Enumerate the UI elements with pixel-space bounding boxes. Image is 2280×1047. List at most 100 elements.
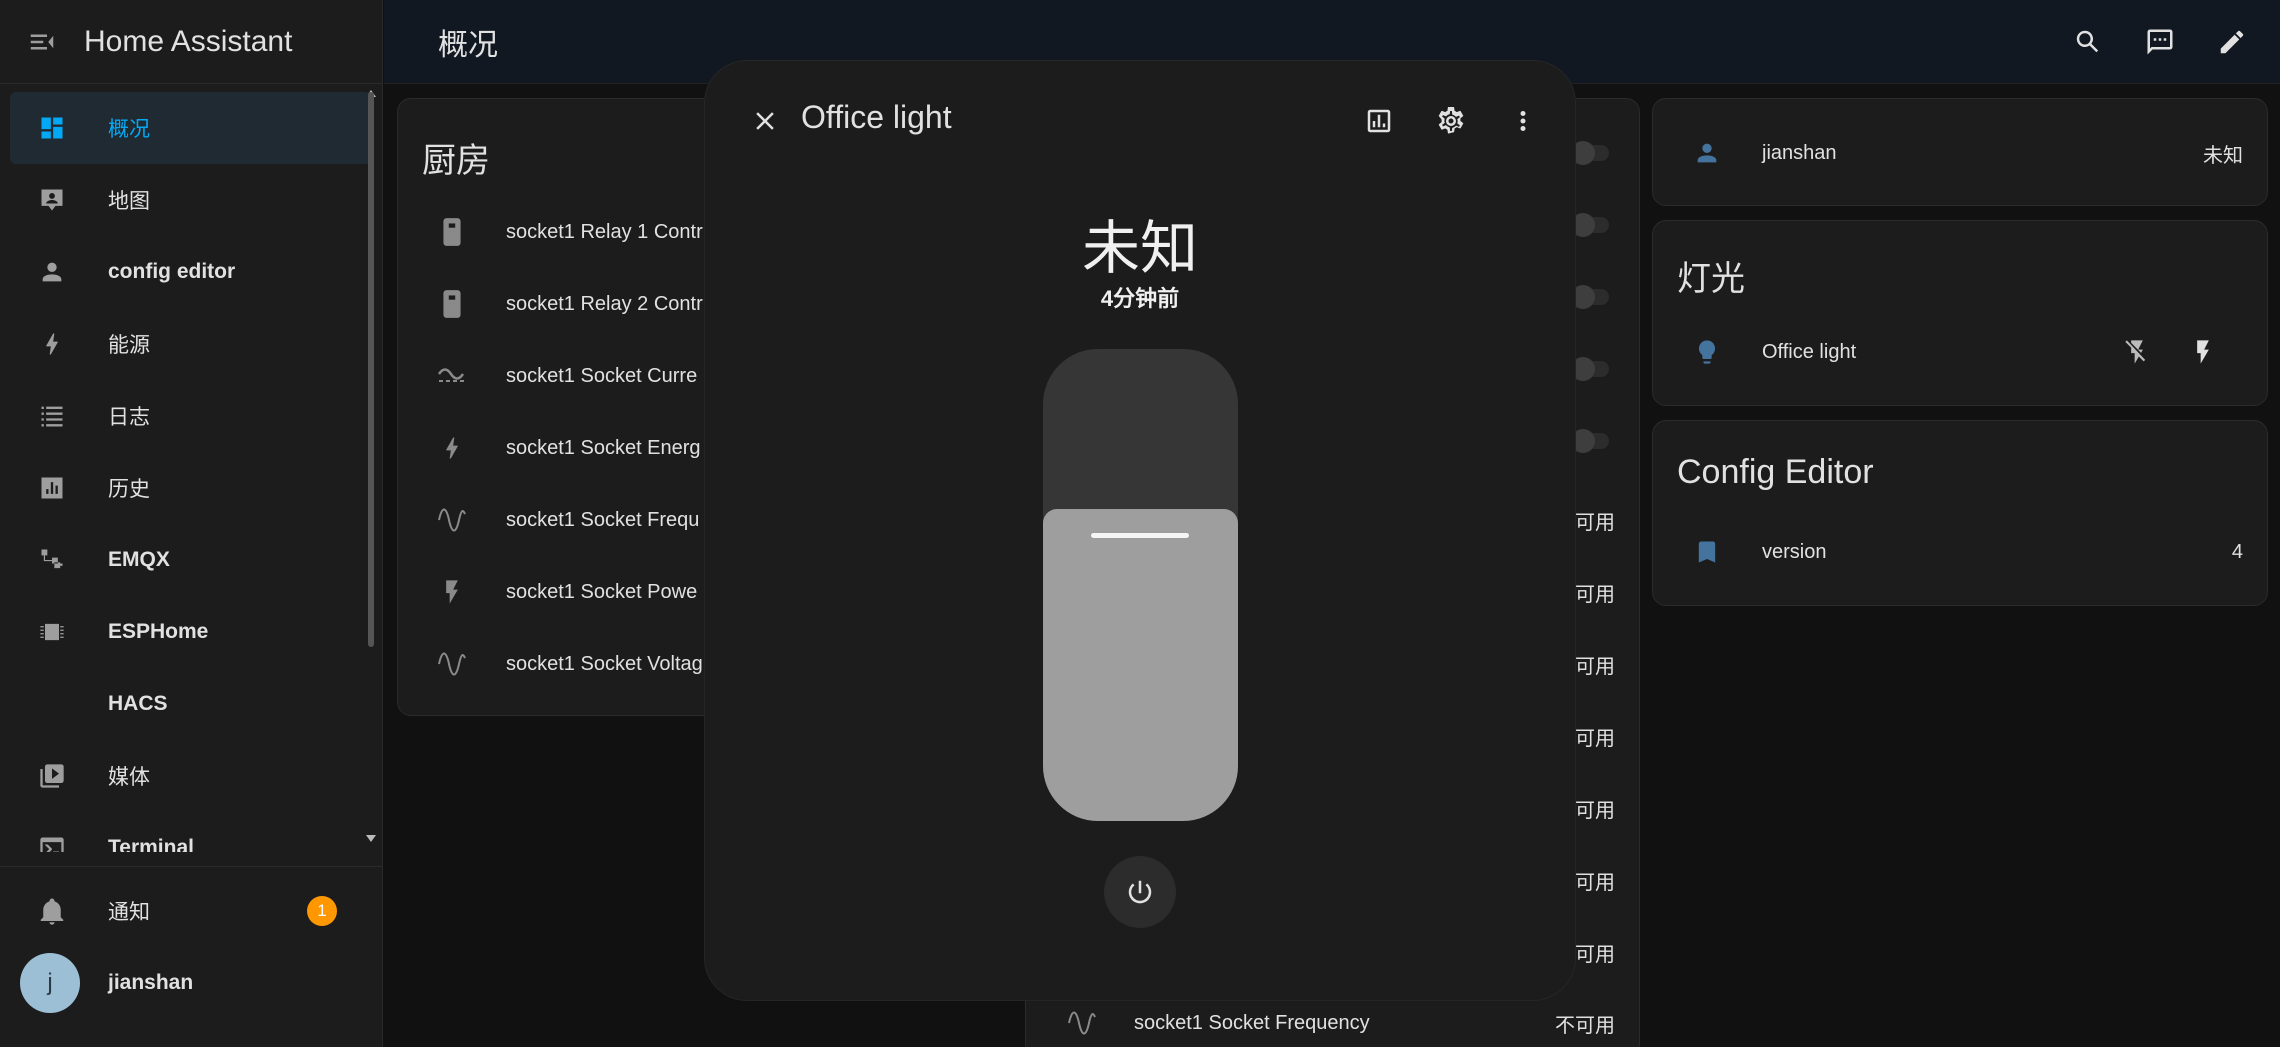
lightning-icon <box>34 326 70 362</box>
card-title: 厨房 <box>422 142 490 180</box>
more-info-dialog: Office light 未知 4分钟前 <box>705 61 1575 1000</box>
entity-toggle[interactable] <box>1571 141 1609 165</box>
dashboard-icon <box>34 110 70 146</box>
assist-icon[interactable] <box>2142 24 2178 60</box>
close-icon[interactable] <box>741 97 789 145</box>
entity-row[interactable]: jianshan 未知 <box>1653 117 2267 189</box>
page-title: 概况 <box>438 28 498 62</box>
socket-icon <box>434 214 470 250</box>
sidebar-item-label: jianshan <box>108 971 194 994</box>
entity-toggle[interactable] <box>1571 285 1609 309</box>
entity-name: socket1 Socket Frequ <box>506 508 700 531</box>
sidebar-item-history[interactable]: 历史 <box>10 452 371 524</box>
sidebar-item-label: config editor <box>108 260 236 283</box>
avatar: j <box>20 953 80 1013</box>
entity-state: 可用 <box>1575 656 1615 678</box>
entity-row[interactable]: version 4 <box>1653 516 2267 588</box>
bookmark-icon <box>1689 534 1725 570</box>
notification-badge: 1 <box>307 896 337 926</box>
power-button[interactable] <box>1104 856 1176 928</box>
sidebar-scrollbar[interactable] <box>368 92 374 647</box>
sidebar-item-label: 媒体 <box>108 766 150 789</box>
card-title: 灯光 <box>1677 260 1745 298</box>
sine-wave-icon <box>434 646 470 682</box>
sidebar-item-label: 通知 <box>108 901 150 924</box>
entity-toggle[interactable] <box>1571 429 1609 453</box>
entity-state-display: 未知 <box>1081 216 1198 281</box>
entity-row[interactable]: Office light <box>1653 316 2267 388</box>
dialog-actions <box>1355 97 1547 145</box>
entity-name: jianshan <box>1762 141 1837 164</box>
sidebar-item-logbook[interactable]: 日志 <box>10 380 371 452</box>
sidebar-item-label: HACS <box>108 692 168 715</box>
entity-state: 可用 <box>1575 800 1615 822</box>
sidebar-item-label: 能源 <box>108 334 150 357</box>
app-title: Home Assistant <box>84 24 293 58</box>
search-icon[interactable] <box>2070 24 2106 60</box>
entity-toggle[interactable] <box>1571 357 1609 381</box>
sidebar-item-profile[interactable]: j jianshan <box>10 947 371 1019</box>
sidebar-item-label: 日志 <box>108 406 150 429</box>
current-ac-icon <box>434 358 470 394</box>
flash-off-icon[interactable] <box>2119 334 2155 370</box>
brightness-slider[interactable] <box>1043 349 1238 821</box>
entity-state: 未知 <box>2203 144 2243 167</box>
card-title: Config Editor <box>1677 453 1874 491</box>
sine-wave-icon <box>434 502 470 538</box>
slider-handle[interactable] <box>1091 533 1189 538</box>
sidebar-item-hacs[interactable]: HACS <box>10 668 371 740</box>
entity-name: socket1 Socket Energ <box>506 436 701 459</box>
sidebar-item-esphome[interactable]: ESPHome <box>10 596 371 668</box>
map-account-icon <box>34 182 70 218</box>
sidebar-item-overview[interactable]: 概况 <box>10 92 371 164</box>
sidebar-item-energy[interactable]: 能源 <box>10 308 371 380</box>
sidebar-item-label: Terminal <box>108 836 194 852</box>
topbar-actions <box>2070 0 2250 84</box>
entity-state: 4 <box>2231 540 2243 563</box>
entity-state: 可用 <box>1575 872 1615 894</box>
bell-icon <box>34 893 70 929</box>
sidebar-item-config-editor[interactable]: config editor <box>10 236 371 308</box>
sidebar-header: Home Assistant <box>0 0 382 84</box>
flash-icon[interactable] <box>2185 334 2221 370</box>
account-icon <box>34 254 70 290</box>
entity-name: socket1 Socket Curre <box>506 364 698 387</box>
sidebar-item-media[interactable]: 媒体 <box>10 740 371 812</box>
lightbulb-icon <box>1689 334 1725 370</box>
sidebar-item-label: EMQX <box>108 548 170 571</box>
chart-box-icon <box>34 470 70 506</box>
sidebar-item-notifications[interactable]: 通知 1 <box>10 875 371 947</box>
pencil-icon[interactable] <box>2214 24 2250 60</box>
history-chart-icon[interactable] <box>1355 97 1403 145</box>
config-editor-card: Config Editor version 4 <box>1652 420 2268 606</box>
entity-name: version <box>1762 540 1827 563</box>
entity-toggle[interactable] <box>1571 213 1609 237</box>
entity-name: socket1 Socket Frequency <box>1134 1011 1370 1034</box>
sidebar-nav: 概况 地图 config editor 能源 日志 历史 EMQX ESPHom… <box>0 92 383 852</box>
flash-icon <box>434 574 470 610</box>
sidebar-item-emqx[interactable]: EMQX <box>10 524 371 596</box>
entity-name: socket1 Relay 2 Contr <box>506 292 703 315</box>
lightning-icon <box>434 430 470 466</box>
app: Home Assistant 概况 地图 config editor 能源 日志… <box>0 0 2280 1047</box>
entity-state: 不可用 <box>1555 1014 1615 1037</box>
sidebar-item-label: ESPHome <box>108 620 209 643</box>
scroll-down-icon[interactable] <box>366 835 376 842</box>
entity-state: 可用 <box>1575 728 1615 750</box>
dialog-title: Office light <box>801 99 952 135</box>
sidebar-item-label: 历史 <box>108 478 150 501</box>
socket-icon <box>434 286 470 322</box>
sidebar-bottom: 通知 1 j jianshan <box>0 866 383 1019</box>
chip-icon <box>34 614 70 650</box>
sidebar-item-label: 地图 <box>108 190 150 213</box>
menu-toggle-icon[interactable] <box>0 0 84 84</box>
list-icon <box>34 398 70 434</box>
more-vert-icon[interactable] <box>1499 97 1547 145</box>
sidebar-item-terminal[interactable]: Terminal <box>10 812 371 852</box>
entity-name: socket1 Socket Voltag <box>506 652 703 675</box>
gear-icon[interactable] <box>1427 97 1475 145</box>
sidebar: Home Assistant 概况 地图 config editor 能源 日志… <box>0 0 383 1047</box>
entity-name: socket1 Socket Powe <box>506 580 698 603</box>
sine-wave-icon <box>1064 1005 1100 1041</box>
sidebar-item-map[interactable]: 地图 <box>10 164 371 236</box>
